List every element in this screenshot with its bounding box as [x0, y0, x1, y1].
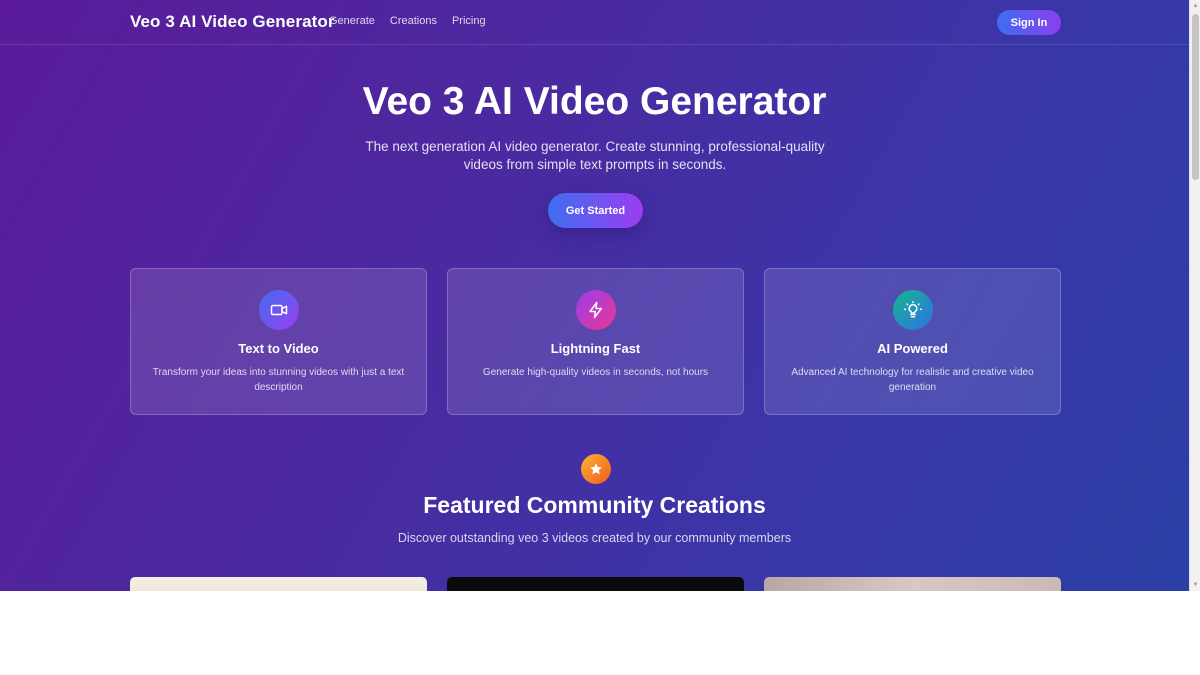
get-started-button[interactable]: Get Started — [548, 193, 643, 228]
featured-description: Discover outstanding veo 3 videos create… — [397, 531, 792, 545]
lightbulb-icon — [893, 290, 933, 330]
creation-thumbnail[interactable] — [764, 577, 1061, 591]
site-logo[interactable]: Veo 3 AI Video Generator — [130, 12, 335, 32]
sign-in-button[interactable]: Sign In — [997, 10, 1061, 35]
video-camera-icon — [259, 290, 299, 330]
feature-card-ai-powered: AI Powered Advanced AI technology for re… — [764, 268, 1061, 415]
scroll-up-icon[interactable]: ▲ — [1192, 2, 1199, 10]
site-header: Veo 3 AI Video Generator Generate Creati… — [0, 0, 1189, 45]
scroll-down-icon[interactable]: ▼ — [1192, 581, 1199, 589]
nav-generate[interactable]: Generate — [329, 15, 375, 27]
main-nav: Generate Creations Pricing — [329, 15, 486, 27]
feature-title: Text to Video — [238, 341, 319, 356]
feature-description: Generate high-quality videos in seconds,… — [482, 367, 709, 378]
featured-title: Featured Community Creations — [423, 492, 766, 518]
feature-description: Transform your ideas into stunning video… — [152, 367, 405, 393]
creation-thumbnail[interactable] — [130, 577, 427, 591]
feature-card-text-to-video: Text to Video Transform your ideas into … — [130, 268, 427, 415]
feature-card-lightning-fast: Lightning Fast Generate high-quality vid… — [447, 268, 744, 415]
page-viewport: Veo 3 AI Video Generator Generate Creati… — [0, 0, 1189, 591]
nav-creations[interactable]: Creations — [390, 15, 437, 27]
feature-description: Advanced AI technology for realistic and… — [791, 367, 1034, 393]
scroll-thumb[interactable] — [1192, 14, 1199, 180]
feature-title: AI Powered — [877, 341, 948, 356]
vertical-scrollbar[interactable]: ▲ ▼ — [1189, 0, 1200, 591]
feature-title: Lightning Fast — [550, 341, 641, 356]
nav-pricing[interactable]: Pricing — [452, 15, 486, 27]
creation-thumbnail[interactable] — [447, 577, 744, 591]
hero-title: Veo 3 AI Video Generator — [362, 80, 827, 123]
star-icon — [581, 454, 611, 484]
lightning-icon — [576, 290, 616, 330]
hero-description: The next generation AI video generator. … — [365, 139, 825, 172]
